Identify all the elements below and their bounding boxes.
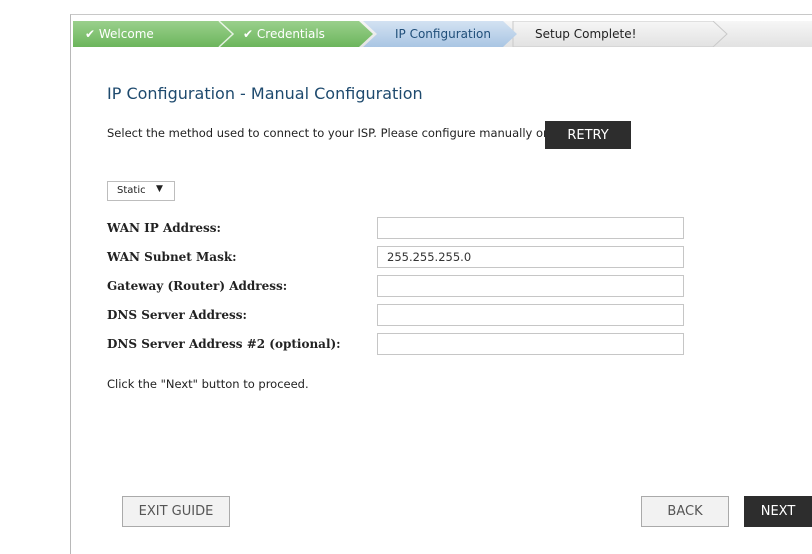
dns-input[interactable]	[377, 304, 684, 326]
next-button[interactable]: NEXT	[744, 496, 812, 527]
wan-subnet-label: WAN Subnet Mask:	[107, 250, 237, 264]
wan-ip-label: WAN IP Address:	[107, 221, 221, 235]
check-icon: ✔	[243, 27, 254, 41]
step-setup-complete: Setup Complete!	[535, 21, 636, 47]
step-welcome: ✔ Welcome	[85, 21, 154, 47]
cut-off-banner	[0, 0, 812, 4]
instruction-text: Select the method used to connect to you…	[107, 126, 548, 140]
step-ip-configuration-label: IP Configuration	[395, 27, 491, 41]
check-icon: ✔	[85, 27, 96, 41]
connection-type-select[interactable]: Static ▼	[107, 181, 175, 201]
step-credentials-label: Credentials	[256, 27, 325, 41]
dns2-label: DNS Server Address #2 (optional):	[107, 337, 341, 351]
dns2-input[interactable]	[377, 333, 684, 355]
wizard-steps: ✔ Welcome ✔ Credentials IP Configuration…	[73, 21, 812, 47]
back-button[interactable]: BACK	[641, 496, 729, 527]
proceed-text: Click the "Next" button to proceed.	[107, 377, 309, 391]
step-setup-complete-label: Setup Complete!	[535, 27, 637, 41]
exit-guide-button[interactable]: EXIT GUIDE	[122, 496, 230, 527]
gateway-label: Gateway (Router) Address:	[107, 279, 288, 293]
gateway-input[interactable]	[377, 275, 684, 297]
step-ip-configuration: IP Configuration	[395, 21, 491, 47]
wan-subnet-input[interactable]	[377, 246, 684, 268]
step-credentials: ✔ Credentials	[243, 21, 325, 47]
dropdown-arrow-icon: ▼	[156, 184, 163, 194]
step-welcome-label: Welcome	[98, 27, 154, 41]
wan-ip-input[interactable]	[377, 217, 684, 239]
connection-type-value: Static	[117, 185, 146, 196]
retry-button[interactable]: RETRY	[545, 121, 631, 149]
dns-label: DNS Server Address:	[107, 308, 247, 322]
page-title: IP Configuration - Manual Configuration	[107, 84, 423, 103]
